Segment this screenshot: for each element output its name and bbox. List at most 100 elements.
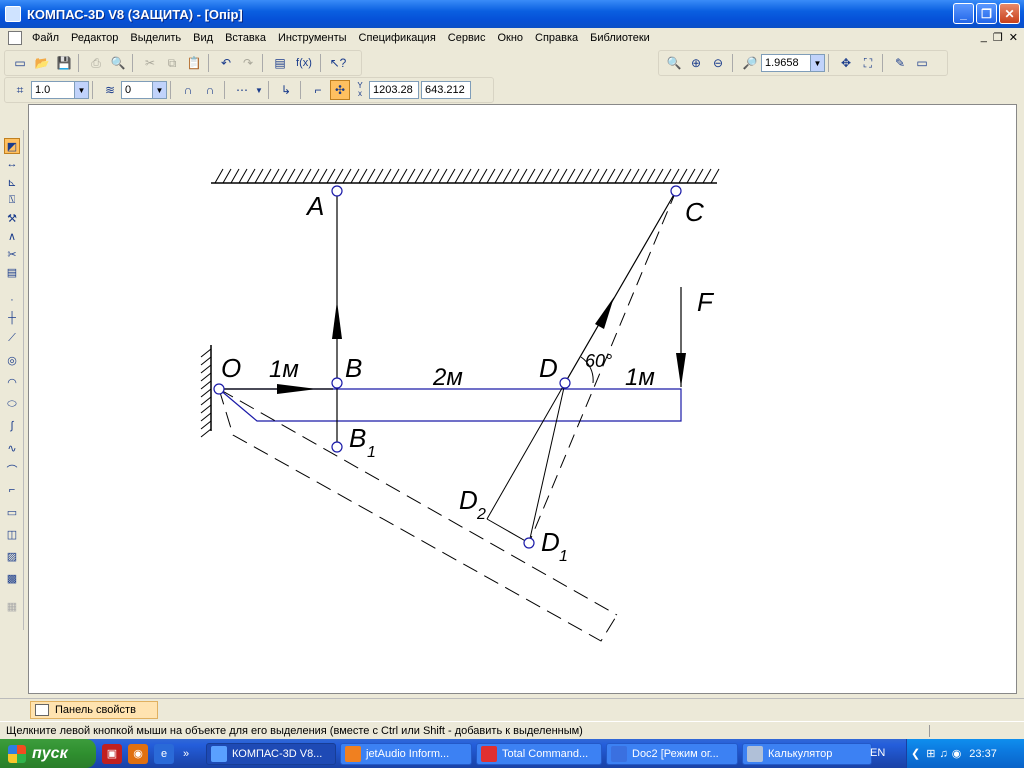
preview-icon[interactable]: 🔍	[108, 53, 128, 73]
contour-icon[interactable]: ◫	[4, 526, 20, 542]
ellipse-icon[interactable]: ⬭	[4, 396, 20, 412]
quicklaunch-jetaudio-icon[interactable]: ◉	[128, 743, 148, 764]
menu-service[interactable]: Сервис	[442, 28, 492, 48]
show-all-icon[interactable]: ⛶	[858, 53, 878, 73]
chamfer-icon[interactable]: ⌐	[4, 482, 20, 498]
layers-icon[interactable]: ≋	[100, 80, 120, 100]
task-total-commander[interactable]: Total Command...	[476, 742, 602, 765]
snap-active-icon[interactable]: ✣	[330, 80, 350, 100]
new-file-icon[interactable]: ▭	[10, 53, 30, 73]
grid-icon[interactable]: ⋯	[232, 80, 252, 100]
segment-icon[interactable]: ⟋	[4, 330, 20, 346]
task-kompas[interactable]: КОМПАС-3D V8...	[206, 742, 336, 765]
chevron-down-icon[interactable]: ▼	[152, 82, 166, 98]
task-jetaudio[interactable]: jetAudio Inform...	[340, 742, 472, 765]
menu-specification[interactable]: Спецификация	[353, 28, 442, 48]
rectangle-icon[interactable]: ▭	[4, 504, 20, 520]
copy-icon[interactable]: ⧉	[162, 53, 182, 73]
doc-close-button[interactable]: ✕	[1009, 31, 1018, 44]
task-doc2[interactable]: Doc2 [Режим ог...	[606, 742, 738, 765]
task-calculator[interactable]: Калькулятор	[742, 742, 872, 765]
language-indicator[interactable]: EN	[870, 747, 885, 759]
spline-icon[interactable]: ∫	[4, 418, 20, 434]
doc-minimize-button[interactable]: _	[981, 31, 987, 44]
coord-y-field[interactable]: 643.212	[421, 81, 471, 99]
arc-icon[interactable]: ◠	[4, 374, 20, 390]
tray-network-icon[interactable]: ⊞	[926, 747, 935, 760]
menu-insert[interactable]: Вставка	[219, 28, 272, 48]
paste-icon[interactable]: 📋	[184, 53, 204, 73]
redo-icon[interactable]: ↷	[238, 53, 258, 73]
fx-icon[interactable]: f(x)	[292, 53, 316, 73]
quicklaunch-compass-icon[interactable]: ▣	[102, 743, 122, 764]
bezier-icon[interactable]: ∿	[4, 440, 20, 456]
spec-panel-icon[interactable]: ▤	[4, 264, 20, 280]
collection-icon[interactable]: ▦	[4, 598, 20, 614]
help-pointer-icon[interactable]: ↖?	[328, 53, 348, 73]
menu-select[interactable]: Выделить	[124, 28, 187, 48]
select-panel-icon[interactable]: ✂	[4, 246, 20, 262]
minimize-button[interactable]: _	[953, 3, 974, 24]
menu-tools[interactable]: Инструменты	[272, 28, 353, 48]
hatch-stroke	[200, 404, 212, 414]
menu-file[interactable]: Файл	[26, 28, 65, 48]
aux-line-icon[interactable]: ┼	[4, 310, 20, 326]
zoom-in-icon[interactable]: ⊕	[686, 53, 706, 73]
print-icon[interactable]: ⎙	[86, 53, 106, 73]
quicklaunch-ie-icon[interactable]: e	[154, 743, 174, 764]
polyline-icon[interactable]: ⌒	[4, 462, 20, 478]
variables-icon[interactable]: ▤	[270, 53, 290, 73]
maximize-button[interactable]: ❐	[976, 3, 997, 24]
undo-icon[interactable]: ↶	[216, 53, 236, 73]
menu-libraries[interactable]: Библиотеки	[584, 28, 656, 48]
cut-icon[interactable]: ✂	[140, 53, 160, 73]
fill-icon[interactable]: ▩	[4, 570, 20, 586]
chevron-down-icon[interactable]: ▼	[810, 55, 824, 71]
magnet-icon[interactable]: ∩	[178, 80, 198, 100]
hatch-icon[interactable]: ▨	[4, 548, 20, 564]
parametrization-panel-icon[interactable]: ⚒	[4, 210, 20, 226]
start-button[interactable]: пуск	[0, 739, 96, 768]
menu-window[interactable]: Окно	[491, 28, 529, 48]
menu-view[interactable]: Вид	[187, 28, 219, 48]
circle-icon[interactable]: ◎	[4, 352, 20, 368]
save-icon[interactable]: 💾	[54, 53, 74, 73]
snap-icon[interactable]: ⌗	[10, 80, 30, 100]
zoom-scale-icon[interactable]: 🔎	[740, 53, 760, 73]
geometry-panel-icon[interactable]: ◩	[4, 138, 20, 154]
dimensions-panel-icon[interactable]: ↔	[4, 156, 20, 172]
local-cs-icon[interactable]: ↳	[276, 80, 296, 100]
zoom-out-icon[interactable]: ⊖	[708, 53, 728, 73]
menu-help[interactable]: Справка	[529, 28, 584, 48]
style-combo[interactable]: 1.0 ▼	[31, 81, 89, 99]
document-icon[interactable]	[8, 31, 22, 45]
label-o: O	[221, 353, 241, 383]
display-icon[interactable]: ▭	[912, 53, 932, 73]
chevron-down-icon[interactable]: ▼	[74, 82, 88, 98]
tray-volume-icon[interactable]: ♫	[939, 748, 947, 760]
tray-app-icon[interactable]: ◉	[952, 747, 962, 760]
layer-combo[interactable]: 0 ▼	[121, 81, 167, 99]
measure-panel-icon[interactable]: ∧	[4, 228, 20, 244]
open-file-icon[interactable]: 📂	[32, 53, 52, 73]
designations-panel-icon[interactable]: ⊾	[4, 174, 20, 190]
pan-icon[interactable]: ✥	[836, 53, 856, 73]
property-panel-tab[interactable]: Панель свойств	[30, 701, 158, 719]
quicklaunch-more-icon[interactable]: »	[180, 744, 192, 764]
chevron-down-icon[interactable]: ▼	[254, 80, 264, 100]
drawing-canvas[interactable]: A C F O B D 1м 2м 1м 60° B 1 D 2 D 1	[28, 104, 1017, 694]
zoom-window-icon[interactable]: 🔍	[664, 53, 684, 73]
menu-editor[interactable]: Редактор	[65, 28, 124, 48]
close-button[interactable]: ✕	[999, 3, 1020, 24]
point-icon[interactable]: ·	[4, 292, 20, 308]
tray-expand-icon[interactable]: ❮	[911, 747, 920, 760]
coord-x-field[interactable]: 1203.28	[369, 81, 419, 99]
doc-restore-button[interactable]: ❐	[993, 31, 1003, 44]
edit-panel-icon[interactable]: ⍂	[4, 192, 20, 208]
windows-flag-icon	[8, 744, 26, 763]
zoom-combo[interactable]: 1.9658 ▼	[761, 54, 825, 72]
magnet-settings-icon[interactable]: ∩	[200, 80, 220, 100]
status-message: Щелкните левой кнопкой мыши на объекте д…	[0, 724, 930, 737]
refresh-icon[interactable]: ✎	[890, 53, 910, 73]
ortho-icon[interactable]: ⌐	[308, 80, 328, 100]
